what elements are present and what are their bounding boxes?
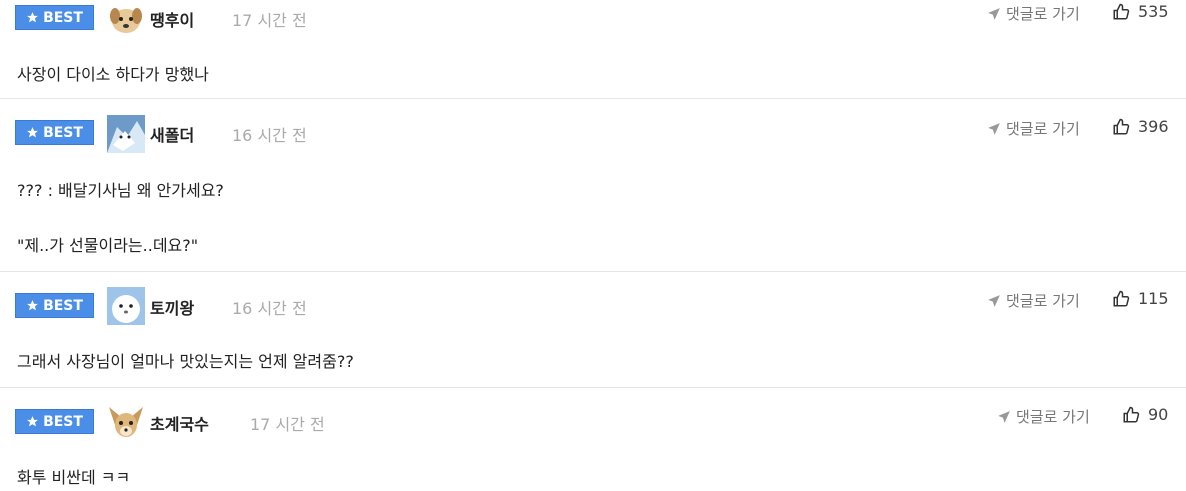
puppy-avatar[interactable] [107,0,145,38]
go-to-reply-link[interactable]: 댓글로 가기 [987,290,1080,311]
ice-avatar[interactable] [107,115,145,153]
thumbs-up-icon [1113,118,1130,134]
badge-label: BEST [43,297,83,314]
go-to-reply-link[interactable]: 댓글로 가기 [987,3,1080,24]
comment-text: 화투 비싼데 ㅋㅋ [17,468,131,487]
reply-label: 댓글로 가기 [1006,292,1080,310]
reply-label: 댓글로 가기 [1006,5,1080,23]
like-count: 90 [1148,405,1169,424]
comment-text: 사장이 다이소 하다가 망했나 [17,65,209,84]
arrow-icon [988,7,1000,20]
like-count: 115 [1138,289,1169,308]
like-button[interactable]: 396 [1112,117,1169,136]
thumbs-up-icon [1123,406,1140,422]
go-to-reply-link[interactable]: 댓글로 가기 [987,118,1080,139]
chihuahua-avatar[interactable] [107,403,145,441]
comment-item: BEST 초계국수 17 시간 전 댓글로 가기 90 화투 비싼데 ㅋㅋ [0,388,1186,491]
timestamp: 17 시간 전 [232,11,307,30]
best-badge: BEST [15,293,94,318]
comment-text: ??? : 배달기사님 왜 안가세요? [17,181,224,200]
timestamp: 16 시간 전 [232,299,307,318]
nickname[interactable]: 새폴더 [150,122,194,146]
comment-item: BEST 땡후이 17 시간 전 댓글로 가기 535 사장이 다이소 하다가 … [0,0,1186,99]
thumbs-up-icon [1113,290,1130,306]
arrow-icon [988,122,1000,135]
white-animal-avatar[interactable] [107,287,145,325]
comment-text: "제..가 선물이라는..데요?" [17,236,199,255]
star-icon [27,416,38,427]
reply-label: 댓글로 가기 [1016,408,1090,426]
like-button[interactable]: 535 [1112,2,1169,21]
best-badge: BEST [15,5,94,30]
star-icon [27,127,38,138]
star-icon [27,12,38,23]
timestamp: 17 시간 전 [250,415,325,434]
like-button[interactable]: 115 [1112,289,1169,308]
comment-item: BEST 토끼왕 16 시간 전 댓글로 가기 115 그래서 사장님이 얼마나… [0,272,1186,388]
best-badge: BEST [15,409,94,434]
timestamp: 16 시간 전 [232,126,307,145]
nickname[interactable]: 초계국수 [150,411,209,435]
like-button[interactable]: 90 [1122,405,1168,424]
badge-label: BEST [43,124,83,141]
like-count: 535 [1138,2,1169,21]
comment-item: BEST 새폴더 16 시간 전 댓글로 가기 396 ??? : 배달기사님 … [0,99,1186,272]
comment-text: 그래서 사장님이 얼마나 맛있는지는 언제 알려줌?? [17,352,354,371]
star-icon [27,300,38,311]
nickname[interactable]: 토끼왕 [150,295,194,319]
arrow-icon [998,410,1010,423]
arrow-icon [988,294,1000,307]
reply-label: 댓글로 가기 [1006,120,1080,138]
badge-label: BEST [43,9,83,26]
thumbs-up-icon [1113,3,1130,19]
nickname[interactable]: 땡후이 [150,7,194,31]
best-badge: BEST [15,120,94,145]
go-to-reply-link[interactable]: 댓글로 가기 [997,406,1090,427]
badge-label: BEST [43,413,83,430]
like-count: 396 [1138,117,1169,136]
